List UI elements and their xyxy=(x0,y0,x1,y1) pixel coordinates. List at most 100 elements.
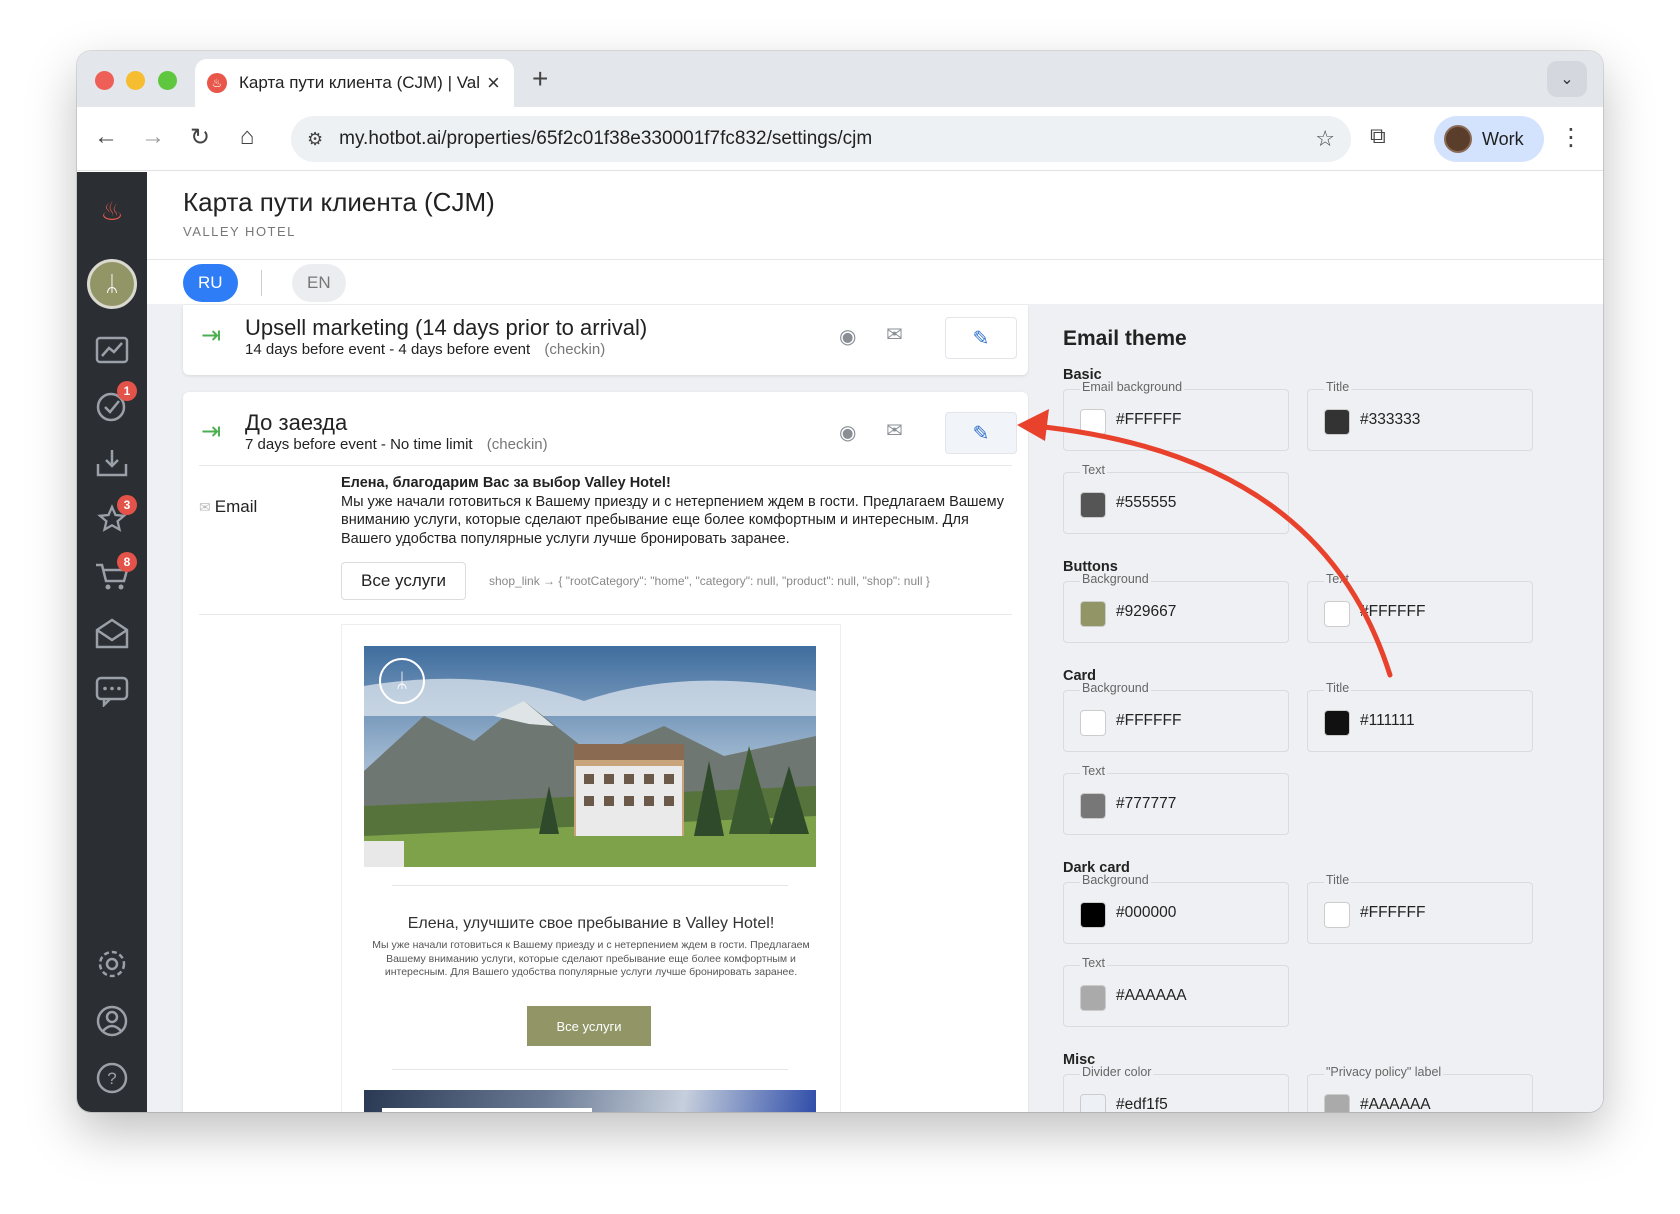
card-title-field[interactable]: Title #111111 xyxy=(1307,681,1533,752)
send-test-mail-icon[interactable]: ✉ xyxy=(886,418,903,443)
color-swatch[interactable] xyxy=(1324,902,1350,928)
color-swatch[interactable] xyxy=(1080,409,1106,435)
new-tab-button[interactable]: + xyxy=(532,63,548,95)
color-swatch[interactable] xyxy=(1080,902,1106,928)
edit-step-button[interactable]: ✎ xyxy=(945,412,1017,454)
hex-value[interactable]: #FFFFFF xyxy=(1360,603,1425,621)
hex-value[interactable]: #777777 xyxy=(1116,795,1176,813)
analytics-icon[interactable] xyxy=(93,330,131,368)
checkin-arrow-icon: ⇥ xyxy=(201,418,222,445)
preview-eye-icon[interactable]: ◉ xyxy=(839,324,856,349)
color-swatch[interactable] xyxy=(1080,985,1106,1011)
tab-search-button[interactable]: ⌄ xyxy=(1547,61,1587,97)
mail-campaign-icon[interactable] xyxy=(93,615,131,653)
color-swatch[interactable] xyxy=(1324,1094,1350,1112)
preview-divider xyxy=(392,885,788,886)
hotbot-favicon-icon: ♨ xyxy=(207,73,227,93)
page-header: Карта пути клиента (CJM) VALLEY HOTEL xyxy=(147,172,1603,260)
url-text[interactable]: my.hotbot.ai/properties/65f2c01f38e33000… xyxy=(339,128,1315,150)
hex-value[interactable]: #AAAAAA xyxy=(1360,1096,1431,1112)
color-swatch[interactable] xyxy=(1324,710,1350,736)
send-test-mail-icon[interactable]: ✉ xyxy=(886,322,903,347)
back-button[interactable]: ← xyxy=(91,123,121,151)
color-swatch[interactable] xyxy=(1324,409,1350,435)
tasks-icon[interactable]: 1 xyxy=(93,381,137,425)
hotbot-logo-icon[interactable]: ♨ xyxy=(93,192,131,230)
help-icon[interactable]: ? xyxy=(93,1059,131,1097)
chat-icon[interactable] xyxy=(93,672,131,710)
field-label: Text xyxy=(1080,764,1107,778)
field-label: Background xyxy=(1080,681,1151,695)
all-services-button[interactable]: Все услуги xyxy=(341,562,466,600)
extensions-icon[interactable]: ⧉ xyxy=(1370,123,1386,149)
color-swatch[interactable] xyxy=(1080,492,1106,518)
field-label: Text xyxy=(1080,956,1107,970)
dark-card-title-field[interactable]: Title #FFFFFF xyxy=(1307,873,1533,944)
email-theme-panel: Email theme Basic Email background #FFFF… xyxy=(1029,305,1603,1112)
bookmark-star-icon[interactable]: ☆ xyxy=(1315,126,1335,152)
hex-value[interactable]: #FFFFFF xyxy=(1116,712,1181,730)
address-bar[interactable]: ⚙ my.hotbot.ai/properties/65f2c01f38e330… xyxy=(291,116,1351,162)
settings-gear-icon[interactable] xyxy=(93,945,131,983)
color-swatch[interactable] xyxy=(1080,710,1106,736)
property-avatar[interactable]: ᛦ xyxy=(87,259,137,309)
dark-card-text-field[interactable]: Text #AAAAAA xyxy=(1063,956,1289,1027)
home-button[interactable]: ⌂ xyxy=(232,123,262,151)
hex-value[interactable]: #FFFFFF xyxy=(1360,904,1425,922)
preview-eye-icon[interactable]: ◉ xyxy=(839,420,856,445)
edit-step-button[interactable]: ✎ xyxy=(945,317,1017,359)
cart-badge: 8 xyxy=(117,552,137,572)
reload-button[interactable]: ↻ xyxy=(185,123,215,152)
field-label: Email background xyxy=(1080,380,1185,394)
profile-button[interactable]: Work xyxy=(1434,116,1544,162)
cart-icon[interactable]: 8 xyxy=(93,552,137,596)
preview-services-button[interactable]: Все услуги xyxy=(527,1006,651,1046)
checkin-arrow-icon: ⇥ xyxy=(201,322,222,349)
hex-value[interactable]: #929667 xyxy=(1116,603,1176,621)
reviews-icon[interactable]: 3 xyxy=(93,495,137,539)
hex-value[interactable]: #FFFFFF xyxy=(1116,411,1181,429)
color-swatch[interactable] xyxy=(1080,793,1106,819)
dark-card-background-field[interactable]: Background #000000 xyxy=(1063,873,1289,944)
hex-value[interactable]: #555555 xyxy=(1116,494,1176,512)
inbox-download-icon[interactable] xyxy=(93,444,131,482)
card-background-field[interactable]: Background #FFFFFF xyxy=(1063,681,1289,752)
browser-tab-active[interactable]: ♨ Карта пути клиента (CJM) | Valley × xyxy=(195,59,514,107)
step-timing: 14 days before event - 4 days before eve… xyxy=(245,341,605,358)
envelope-icon: ✉ xyxy=(199,499,211,515)
privacy-label-color-field[interactable]: "Privacy policy" label #AAAAAA xyxy=(1307,1065,1533,1112)
site-info-icon[interactable]: ⚙ xyxy=(307,129,323,150)
tab-strip: ♨ Карта пути клиента (CJM) | Valley × + … xyxy=(77,51,1603,107)
maximize-window-button[interactable] xyxy=(158,71,177,90)
color-swatch[interactable] xyxy=(1080,601,1106,627)
close-window-button[interactable] xyxy=(95,71,114,90)
forward-button[interactable]: → xyxy=(138,123,168,151)
hex-value[interactable]: #AAAAAA xyxy=(1116,987,1187,1005)
hex-value[interactable]: #000000 xyxy=(1116,904,1176,922)
divider-color-field[interactable]: Divider color #edf1f5 xyxy=(1063,1065,1289,1112)
title-color-field[interactable]: Title #333333 xyxy=(1307,380,1533,451)
button-text-field[interactable]: Text #FFFFFF xyxy=(1307,572,1533,643)
email-background-field[interactable]: Email background #FFFFFF xyxy=(1063,380,1289,451)
card-text-field[interactable]: Text #777777 xyxy=(1063,764,1289,835)
lang-en-button[interactable]: EN xyxy=(292,264,346,302)
color-swatch[interactable] xyxy=(1324,601,1350,627)
field-label: Title xyxy=(1324,380,1352,394)
button-background-field[interactable]: Background #929667 xyxy=(1063,572,1289,643)
user-profile-icon[interactable] xyxy=(93,1002,131,1040)
tab-close-icon[interactable]: × xyxy=(487,70,500,96)
lang-ru-button[interactable]: RU xyxy=(183,264,238,302)
browser-menu-icon[interactable]: ⋮ xyxy=(1559,123,1583,152)
hex-value[interactable]: #111111 xyxy=(1360,712,1415,730)
hex-value[interactable]: #edf1f5 xyxy=(1116,1096,1168,1112)
property-name: VALLEY HOTEL xyxy=(183,224,296,239)
page-title: Карта пути клиента (CJM) xyxy=(183,187,495,217)
cjm-step-card-expanded: ⇥ До заезда 7 days before event - No tim… xyxy=(183,392,1028,1112)
color-swatch[interactable] xyxy=(1080,1094,1106,1112)
minimize-window-button[interactable] xyxy=(126,71,145,90)
tasks-badge: 1 xyxy=(117,381,137,401)
hotel-hero-image: ᛦ xyxy=(364,646,816,867)
email-preview: ᛦ Елена, улучшите свое пребывание в Vall… xyxy=(341,624,841,1112)
hex-value[interactable]: #333333 xyxy=(1360,411,1420,429)
text-color-field[interactable]: Text #555555 xyxy=(1063,463,1289,534)
